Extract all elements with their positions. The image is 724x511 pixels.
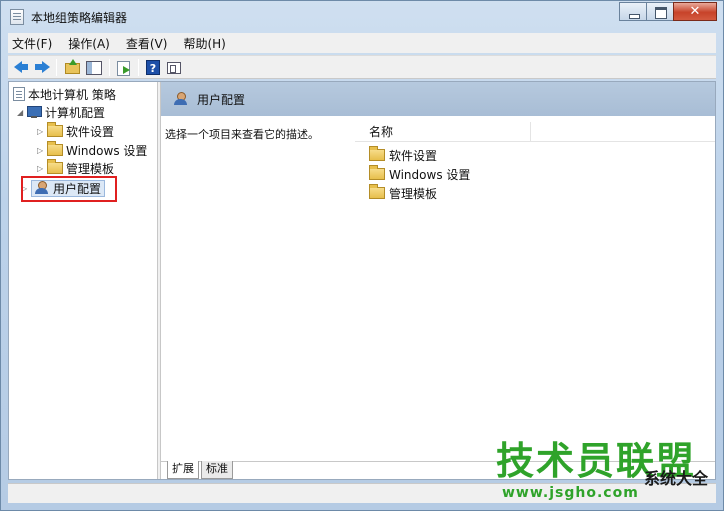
column-header-name[interactable]: 名称 (355, 122, 531, 142)
back-icon (14, 61, 28, 73)
export-list-icon (117, 61, 130, 76)
close-button[interactable]: ✕ (673, 2, 717, 21)
gpedit-app-icon (10, 9, 24, 25)
details-header: 用户配置 (161, 82, 715, 116)
tab-extended[interactable]: 扩展 (167, 461, 199, 479)
policy-document-icon (13, 87, 25, 101)
collapsed-arrow-icon[interactable]: ▷ (37, 146, 47, 155)
expanded-arrow-icon[interactable]: ◢ (17, 108, 27, 117)
tree-item-windows-settings[interactable]: ▷ Windows 设置 (37, 141, 147, 159)
forward-button[interactable] (32, 58, 52, 77)
list-item-label: 管理模板 (389, 186, 438, 201)
toolbar-separator (138, 59, 139, 76)
watermark-side-text: 系统大全 (644, 469, 709, 488)
tab-standard[interactable]: 标准 (201, 461, 233, 479)
menu-file[interactable]: 文件(F) (12, 35, 52, 52)
collapsed-arrow-icon[interactable]: ▷ (37, 164, 47, 173)
menu-bar: 文件(F) 操作(A) 查看(V) 帮助(H) (8, 33, 716, 53)
folder-icon (47, 159, 63, 174)
tree-pane[interactable]: 本地计算机 策略 ◢ 计算机配置 ▷ 软件设置 ▷ Windows 设置 ▷ 管… (9, 82, 157, 479)
window-title: 本地组策略编辑器 (31, 11, 128, 25)
folder-icon (47, 122, 63, 137)
menu-help[interactable]: 帮助(H) (183, 35, 225, 52)
tree-item-label: Windows 设置 (66, 143, 148, 158)
watermark-url: www.jsgho.com (502, 485, 639, 501)
show-hide-tree-icon (86, 61, 102, 75)
back-button[interactable] (12, 58, 32, 77)
list-item-label: Windows 设置 (389, 167, 471, 182)
help-button[interactable]: ? (143, 58, 163, 77)
red-highlight-annotation (21, 176, 117, 202)
folder-icon (47, 141, 63, 156)
export-list-button[interactable] (114, 58, 134, 77)
item-list: 名称 软件设置 Windows 设置 管理模板 (355, 122, 715, 462)
toolbar: ? (8, 55, 716, 79)
folder-icon (369, 146, 385, 161)
description-text: 选择一个项目来查看它的描述。 (165, 128, 319, 141)
tree-item-label: 软件设置 (66, 124, 115, 139)
watermark-logo: 技术员联盟 系统大全 www.jsgho.com (496, 441, 724, 507)
tree-item-label: 管理模板 (66, 161, 115, 176)
list-header: 名称 (355, 122, 715, 142)
properties-icon (167, 62, 181, 74)
window-controls: ✕ (619, 2, 717, 21)
list-item[interactable]: Windows 设置 (369, 165, 470, 183)
computer-icon (27, 105, 42, 119)
properties-button[interactable] (164, 58, 184, 77)
title-bar[interactable]: 本地组策略编辑器 ✕ (1, 1, 723, 31)
tree-item-admin-templates[interactable]: ▷ 管理模板 (37, 159, 114, 177)
help-icon: ? (146, 60, 160, 75)
forward-icon (35, 61, 50, 73)
list-item[interactable]: 管理模板 (369, 184, 437, 202)
details-pane: 用户配置 选择一个项目来查看它的描述。 名称 软件设置 Windows 设置 管… (161, 82, 715, 479)
app-window: 本地组策略编辑器 ✕ 文件(F) 操作(A) 查看(V) 帮助(H) ? 本地计… (0, 0, 724, 511)
collapsed-arrow-icon[interactable]: ▷ (37, 127, 47, 136)
toolbar-separator (56, 59, 57, 76)
tree-item-label: 本地计算机 策略 (28, 87, 116, 102)
toolbar-separator (109, 59, 110, 76)
tree-item-root[interactable]: 本地计算机 策略 (13, 85, 116, 103)
tree-item-computer-config[interactable]: ◢ 计算机配置 (17, 103, 105, 121)
tree-item-label: 计算机配置 (45, 105, 106, 120)
list-item[interactable]: 软件设置 (369, 146, 437, 164)
menu-view[interactable]: 查看(V) (126, 35, 168, 52)
list-item-label: 软件设置 (389, 148, 438, 163)
tree-item-software-settings[interactable]: ▷ 软件设置 (37, 122, 114, 140)
up-one-level-button[interactable] (62, 58, 82, 77)
details-title: 用户配置 (197, 92, 246, 107)
menu-action[interactable]: 操作(A) (68, 35, 110, 52)
folder-icon (369, 165, 385, 180)
minimize-button[interactable] (619, 2, 647, 21)
user-icon (173, 92, 189, 106)
up-folder-icon (65, 59, 80, 74)
maximize-button[interactable] (646, 2, 674, 21)
main-content: 本地计算机 策略 ◢ 计算机配置 ▷ 软件设置 ▷ Windows 设置 ▷ 管… (8, 81, 716, 480)
show-hide-tree-button[interactable] (84, 58, 104, 77)
folder-icon (369, 184, 385, 199)
